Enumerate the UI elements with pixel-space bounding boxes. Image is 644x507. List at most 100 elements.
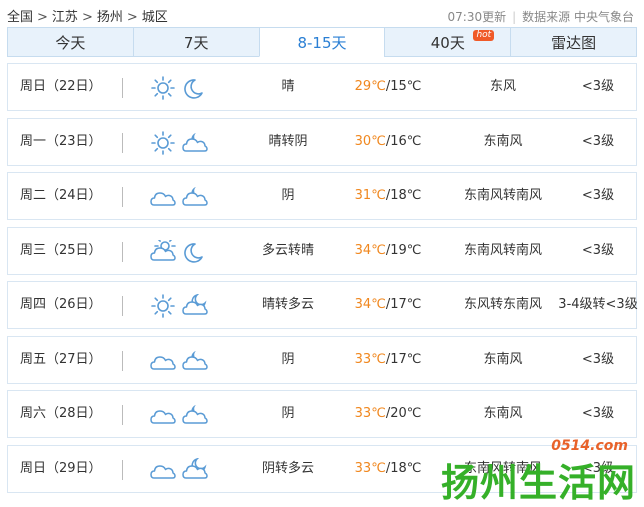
high-temp: 30℃: [354, 133, 386, 149]
tab-label: 雷达图: [551, 34, 597, 52]
sun-icon: [150, 294, 176, 318]
forecast-condition: 多云转晴: [261, 242, 314, 258]
low-temp: /16℃: [385, 133, 422, 149]
low-temp: /19℃: [385, 242, 422, 258]
divider: [122, 296, 123, 316]
breadcrumb-item-country[interactable]: 全国: [7, 10, 33, 25]
forecast-wind: 东风: [489, 79, 516, 94]
forecast-row: 周三（25日） 多云转晴 34℃/19℃ 东南风转南风 <3级: [7, 226, 637, 275]
data-source: 数据来源 中央气象台: [522, 10, 634, 24]
divider: [122, 459, 123, 480]
breadcrumb-item-city[interactable]: 扬州: [97, 10, 123, 25]
forecast-condition: 阴: [281, 188, 295, 203]
forecast-day: 周四（26日）: [20, 297, 102, 312]
breadcrumb-separator: >: [126, 10, 138, 25]
forecast-temperature: 33℃/20℃: [348, 391, 428, 437]
cloudy-night-icon: [182, 185, 208, 209]
low-temp: /17℃: [385, 297, 422, 312]
forecast-condition: 晴转阴: [268, 133, 308, 149]
update-time: 07:30更新: [447, 10, 507, 24]
high-temp: 33℃: [354, 460, 386, 476]
forecast-wind-level: <3级: [581, 133, 615, 149]
forecast-wind-level: <3级: [581, 351, 615, 367]
breadcrumb-item-district: 城区: [141, 10, 168, 25]
sun-icon: [150, 130, 176, 155]
tab-8-15-days[interactable]: 8-15天: [258, 27, 385, 57]
breadcrumb-item-province[interactable]: 江苏: [52, 10, 78, 25]
forecast-wind: 东南风: [483, 406, 523, 421]
high-temp: 31℃: [354, 188, 386, 203]
forecast-temperature: 31℃/18℃: [348, 173, 428, 219]
overcast-icon: [150, 349, 176, 373]
watermark-text: 扬州生活网: [440, 461, 636, 505]
partly-cloudy-night-icon: [182, 293, 208, 318]
tab-today[interactable]: 今天: [7, 27, 133, 57]
tab-label: 今天: [55, 34, 86, 52]
forecast-condition: 阴: [281, 406, 295, 421]
forecast-temperature: 33℃/18℃: [348, 446, 428, 492]
divider: |: [512, 10, 517, 24]
overcast-icon: [150, 185, 176, 209]
breadcrumb-separator: >: [81, 10, 93, 25]
divider: [122, 350, 123, 371]
forecast-row: 周五（27日） 阴 33℃/17℃ 东南风 <3级: [7, 335, 637, 384]
low-temp: /18℃: [385, 460, 422, 476]
cloudy-night-icon: [182, 403, 208, 427]
top-bar: 全国 > 江苏 > 扬州 > 城区 07:30更新 | 数据来源 中央气象台: [0, 0, 644, 28]
forecast-temperature: 34℃/17℃: [348, 282, 428, 328]
tab-label: 8-15天: [297, 34, 347, 52]
forecast-wind: 东南风转南风: [463, 242, 542, 258]
high-temp: 34℃: [354, 242, 386, 258]
cloudy-night-icon: [182, 349, 208, 373]
forecast-temperature: 29℃/15℃: [348, 64, 428, 110]
low-temp: /18℃: [385, 188, 422, 203]
tab-40-days[interactable]: 40天 hot: [384, 27, 511, 57]
forecast-day: 周日（29日）: [20, 460, 102, 476]
tab-radar[interactable]: 雷达图: [510, 27, 637, 57]
hot-badge: hot: [473, 30, 495, 41]
forecast-condition: 阴转多云: [261, 460, 314, 476]
forecast-row: 周四（26日） 晴转多云 34℃/17℃ 东风转东南风 3-4级转<3级: [7, 281, 638, 329]
moon-icon: [182, 76, 208, 100]
low-temp: /20℃: [385, 406, 422, 421]
forecast-row: 周六（28日） 阴 33℃/20℃ 东南风 <3级: [7, 390, 637, 438]
sun-icon: [150, 76, 176, 100]
forecast-day: 周一（23日）: [20, 133, 102, 149]
tab-label: 7天: [183, 34, 209, 52]
tab-7-days[interactable]: 7天: [132, 27, 259, 57]
low-temp: /17℃: [385, 351, 422, 367]
high-temp: 34℃: [354, 297, 386, 312]
forecast-wind-level: 3-4级转<3级: [558, 297, 638, 312]
forecast-day: 周三（25日）: [20, 242, 102, 258]
high-temp: 29℃: [354, 79, 386, 94]
forecast-row: 周日（22日） 晴 29℃/15℃ 东风 <3级: [7, 63, 637, 111]
forecast-day: 周六（28日）: [20, 406, 102, 421]
divider: [122, 78, 123, 98]
forecast-wind: 东南风转南风: [463, 188, 542, 203]
divider: [122, 405, 123, 425]
forecast-condition: 阴: [281, 351, 295, 367]
update-meta: 07:30更新 | 数据来源 中央气象台: [448, 8, 634, 25]
watermark-logo: 0514.com 扬州生活网: [436, 438, 636, 505]
breadcrumb-separator: >: [37, 10, 48, 25]
forecast-temperature: 33℃/17℃: [348, 337, 428, 383]
partly-cloudy-icon: [150, 234, 176, 264]
low-temp: /15℃: [385, 79, 422, 94]
partly-cloudy-night-icon: [182, 457, 208, 482]
forecast-wind: 东南风: [483, 133, 523, 149]
breadcrumb: 全国 > 江苏 > 扬州 > 城区: [7, 6, 168, 25]
forecast-day: 周日（22日）: [20, 79, 102, 94]
forecast-tabs: 今天 7天 8-15天 40天 hot 雷达图: [7, 27, 637, 57]
forecast-row: 周一（23日） 晴转阴 30℃/16℃ 东南风 <3级: [7, 117, 637, 166]
forecast-condition: 晴: [281, 79, 295, 94]
tab-label: 40天: [430, 34, 465, 52]
forecast-wind-level: <3级: [581, 242, 615, 258]
high-temp: 33℃: [354, 351, 386, 367]
forecast-day: 周五（27日）: [20, 351, 102, 367]
overcast-icon: [150, 403, 176, 427]
forecast-temperature: 34℃/19℃: [348, 228, 428, 274]
moon-icon: [182, 240, 208, 264]
divider: [122, 241, 123, 262]
forecast-wind-level: <3级: [581, 406, 615, 421]
overcast-icon: [150, 458, 176, 482]
